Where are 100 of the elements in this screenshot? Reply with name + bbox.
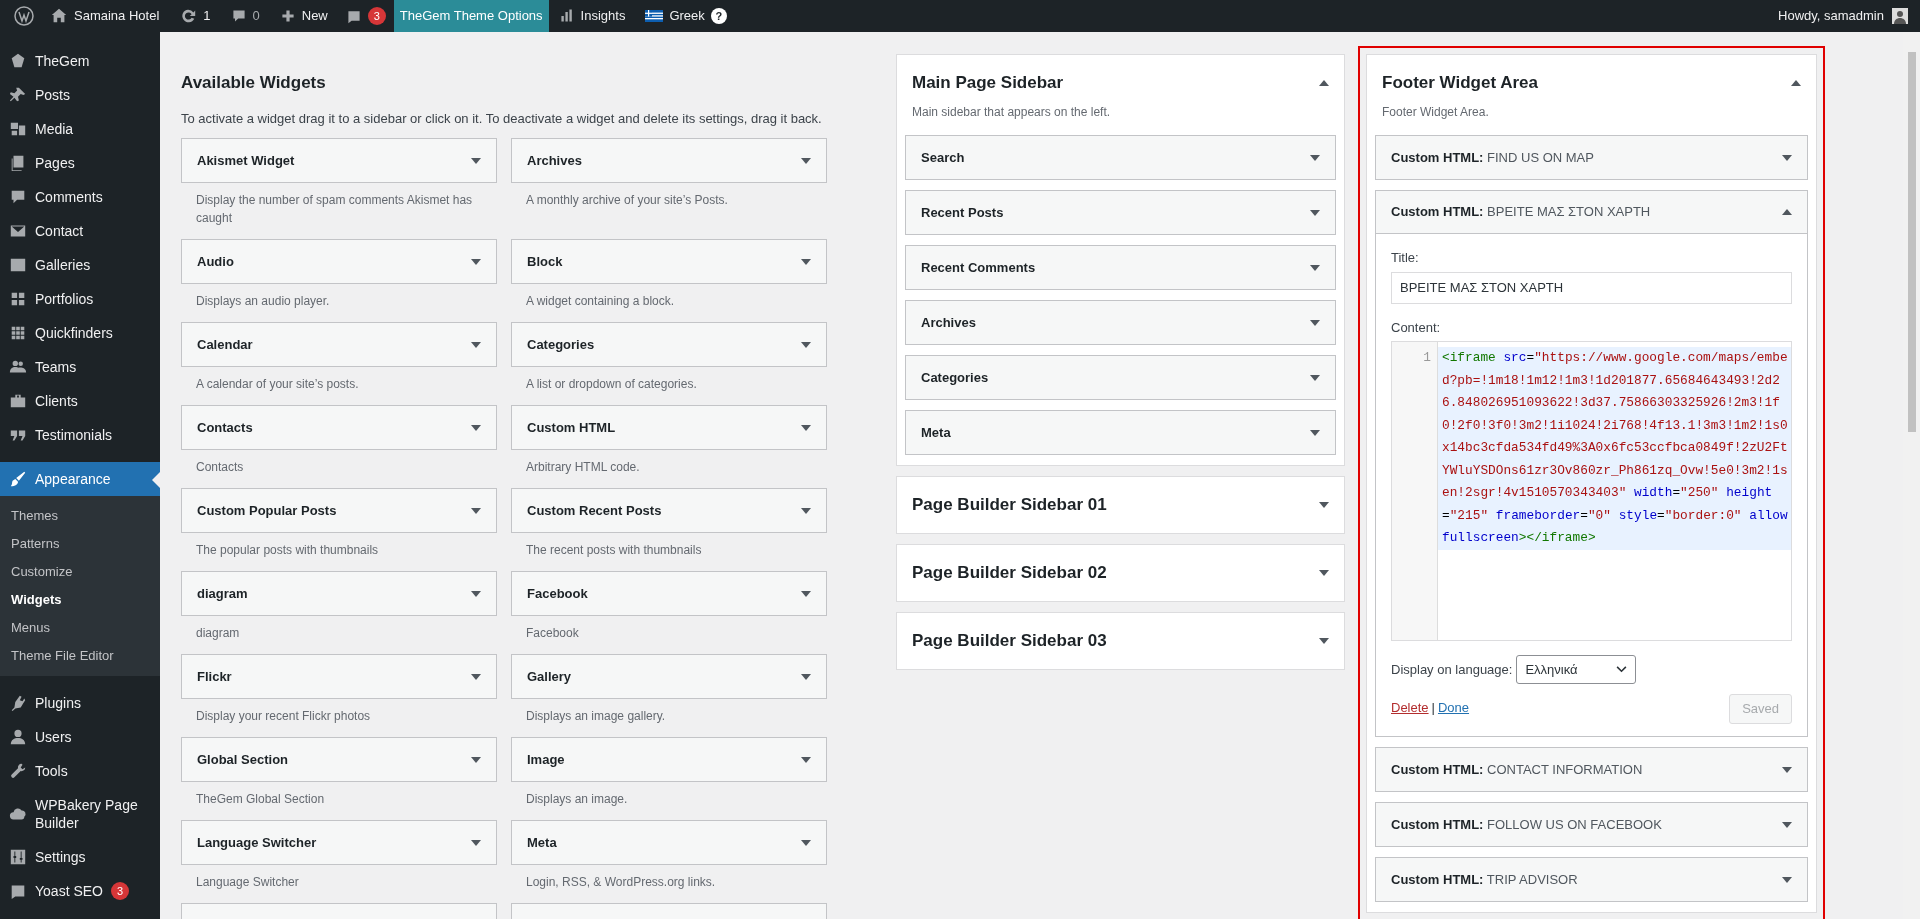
widget-card[interactable]: Calendar	[181, 322, 497, 367]
site-name-link[interactable]: Samaina Hotel	[40, 0, 170, 32]
new-link[interactable]: New	[269, 0, 338, 32]
collapse-arrow-icon[interactable]	[1791, 80, 1801, 86]
language-link[interactable]: Greek ?	[635, 0, 737, 32]
collapse-arrow-icon[interactable]	[1782, 209, 1792, 215]
widget-card[interactable]: Facebook	[511, 571, 827, 616]
expand-arrow-icon[interactable]	[1319, 502, 1329, 508]
expand-arrow-icon[interactable]	[471, 590, 481, 597]
expand-arrow-icon[interactable]	[1319, 638, 1329, 644]
menu-item[interactable]: Posts	[0, 78, 160, 112]
expand-arrow-icon[interactable]	[1782, 154, 1792, 161]
expand-arrow-icon[interactable]	[1782, 766, 1792, 773]
panel-title[interactable]: Page Builder Sidebar 01	[912, 492, 1107, 518]
menu-item[interactable]: Settings	[0, 840, 160, 874]
submenu-item[interactable]: Themes	[0, 502, 160, 530]
widget-card[interactable]: Categories	[511, 322, 827, 367]
expand-arrow-icon[interactable]	[471, 673, 481, 680]
widget-header[interactable]: Custom HTML: FOLLOW US ON FACEBOOK	[1376, 803, 1807, 846]
menu-item[interactable]: Comments	[0, 180, 160, 214]
widget-card[interactable]: Global Section	[181, 737, 497, 782]
menu-item[interactable]: Quickfinders	[0, 316, 160, 350]
widget-card[interactable]: Archives	[511, 138, 827, 183]
widget-card[interactable]: Flickr	[181, 654, 497, 699]
yoast-link[interactable]: 3	[337, 0, 394, 32]
menu-item[interactable]: WPBakery Page Builder	[0, 788, 160, 840]
greeting-link[interactable]: Howdy, samadmin	[1770, 6, 1892, 26]
menu-item[interactable]: Tools	[0, 754, 160, 788]
widget-card[interactable]: diagram	[181, 571, 497, 616]
widget-card[interactable]: Block	[511, 239, 827, 284]
submenu-item[interactable]: Customize	[0, 558, 160, 586]
menu-item[interactable]: Galleries	[0, 248, 160, 282]
expand-arrow-icon[interactable]	[471, 157, 481, 164]
expand-arrow-icon[interactable]	[471, 424, 481, 431]
collapse-arrow-icon[interactable]	[1319, 80, 1329, 86]
expand-arrow-icon[interactable]	[801, 424, 811, 431]
expand-arrow-icon[interactable]	[1310, 429, 1320, 436]
expand-arrow-icon[interactable]	[1310, 154, 1320, 161]
menu-item[interactable]: Appearance	[0, 462, 160, 496]
panel-title[interactable]: Page Builder Sidebar 03	[912, 628, 1107, 654]
panel-title[interactable]: Page Builder Sidebar 02	[912, 560, 1107, 586]
menu-item[interactable]: Contact	[0, 214, 160, 248]
menu-item[interactable]: Pages	[0, 146, 160, 180]
menu-item[interactable]: Plugins	[0, 686, 160, 720]
widget-card[interactable]: Custom HTML	[511, 405, 827, 450]
expand-arrow-icon[interactable]	[1782, 876, 1792, 883]
expand-arrow-icon[interactable]	[471, 258, 481, 265]
widget-card[interactable]: Audio	[181, 239, 497, 284]
widget-card[interactable]: Search	[905, 135, 1336, 180]
expand-arrow-icon[interactable]	[801, 590, 811, 597]
menu-item[interactable]: Testimonials	[0, 418, 160, 452]
expand-arrow-icon[interactable]	[801, 258, 811, 265]
submenu-item[interactable]: Menus	[0, 614, 160, 642]
menu-item[interactable]: Portfolios	[0, 282, 160, 316]
expand-arrow-icon[interactable]	[801, 507, 811, 514]
avatar-icon[interactable]	[1892, 8, 1908, 24]
title-input[interactable]: ΒΡΕΙΤΕ ΜΑΣ ΣΤΟΝ ΧΑΡΤΗ	[1391, 271, 1792, 304]
panel-title[interactable]: Footer Widget Area	[1382, 70, 1538, 96]
expand-arrow-icon[interactable]	[1310, 209, 1320, 216]
widget-header[interactable]: Custom HTML: TRIP ADVISOR	[1376, 858, 1807, 901]
menu-item[interactable]: Users	[0, 720, 160, 754]
updates-link[interactable]: 1	[169, 0, 221, 32]
widget-card[interactable]: Custom Popular Posts	[181, 488, 497, 533]
expand-arrow-icon[interactable]	[801, 341, 811, 348]
submenu-item[interactable]: Patterns	[0, 530, 160, 558]
menu-item[interactable]: Yoast SEO 3	[0, 874, 160, 908]
widget-card[interactable]: Image	[511, 737, 827, 782]
widget-header[interactable]: Custom HTML: FIND US ON MAP	[1376, 136, 1807, 179]
expand-arrow-icon[interactable]	[1310, 264, 1320, 271]
expand-arrow-icon[interactable]	[1319, 570, 1329, 576]
panel-title[interactable]: Main Page Sidebar	[912, 70, 1064, 96]
expand-arrow-icon[interactable]	[1310, 319, 1320, 326]
expand-arrow-icon[interactable]	[801, 839, 811, 846]
expand-arrow-icon[interactable]	[1782, 821, 1792, 828]
widget-card[interactable]: Akismet Widget	[181, 138, 497, 183]
comments-link[interactable]: 0	[220, 0, 270, 32]
expand-arrow-icon[interactable]	[471, 756, 481, 763]
expand-arrow-icon[interactable]	[471, 341, 481, 348]
expand-arrow-icon[interactable]	[801, 756, 811, 763]
menu-item[interactable]: Teams	[0, 350, 160, 384]
widget-card[interactable]: Categories	[905, 355, 1336, 400]
done-link[interactable]: Done	[1437, 698, 1470, 718]
widget-card[interactable]: Custom Recent Posts	[511, 488, 827, 533]
menu-item[interactable]: Clients	[0, 384, 160, 418]
widget-card[interactable]: Archives	[905, 300, 1336, 345]
insights-link[interactable]: Insights	[548, 0, 636, 32]
widget-card[interactable]: Contacts	[181, 405, 497, 450]
widget-card[interactable]: Recent Posts	[905, 190, 1336, 235]
widget-card[interactable]: Meta	[511, 820, 827, 865]
language-select[interactable]: Ελληνικά	[1516, 655, 1637, 684]
widget-card[interactable]: Recent Comments	[905, 245, 1336, 290]
expand-arrow-icon[interactable]	[471, 507, 481, 514]
expand-arrow-icon[interactable]	[471, 839, 481, 846]
submenu-item[interactable]: Theme File Editor	[0, 642, 160, 670]
code-editor[interactable]	[1391, 341, 1792, 641]
menu-item[interactable]: TheGem	[0, 44, 160, 78]
widget-card[interactable]: Gallery	[511, 654, 827, 699]
theme-options-link[interactable]: TheGem Theme Options	[393, 0, 549, 32]
widget-header[interactable]: Custom HTML: CONTACT INFORMATION	[1376, 748, 1807, 791]
widget-header[interactable]: Custom HTML: ΒΡΕΙΤΕ ΜΑΣ ΣΤΟΝ ΧΑΡΤΗ	[1376, 191, 1807, 234]
